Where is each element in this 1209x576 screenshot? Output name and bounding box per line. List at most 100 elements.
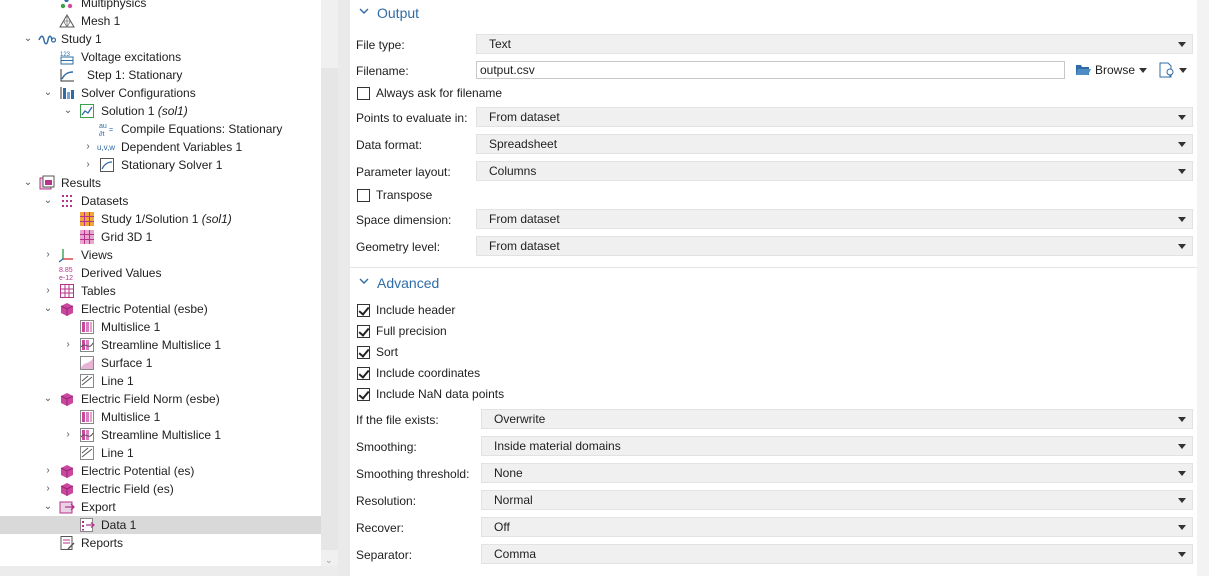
parameter-layout-select[interactable]: Columns <box>476 161 1193 181</box>
plot-group-3d-icon <box>59 391 75 407</box>
tree-item-views[interactable]: › Views <box>0 246 321 264</box>
tree-scrollbar-thumb[interactable] <box>321 68 338 550</box>
resolution-select[interactable]: Normal <box>481 490 1193 510</box>
tree-item-tables[interactable]: › Tables <box>0 282 321 300</box>
include-coordinates-checkbox[interactable] <box>357 367 370 380</box>
chevron-down-icon[interactable] <box>358 5 370 17</box>
tree-item-grid-3d-1[interactable]: Grid 3D 1 <box>0 228 321 246</box>
tree-item-solution-1[interactable]: ⌄ Solution 1 (sol1) <box>0 102 321 120</box>
chevron-down-icon[interactable]: ⌄ <box>62 102 74 120</box>
points-to-evaluate-label: Points to evaluate in: <box>356 111 468 125</box>
tree-item-multislice-1[interactable]: Multislice 1 <box>0 408 321 426</box>
browse-button[interactable]: Browse <box>1073 61 1149 79</box>
always-ask-checkbox[interactable] <box>357 87 370 100</box>
tree-item-label: Tables <box>81 284 116 298</box>
data-format-select[interactable]: Spreadsheet <box>476 134 1193 154</box>
settings-scrollbar[interactable] <box>1197 0 1209 576</box>
separator-value: Comma <box>494 547 537 561</box>
chevron-right-icon[interactable]: › <box>42 282 54 300</box>
chevron-down-icon[interactable]: ⌄ <box>42 498 54 516</box>
tree-item-label: Solution 1 <box>101 104 155 118</box>
caret-down-icon <box>1139 68 1147 73</box>
file-type-select[interactable]: Text <box>476 34 1193 54</box>
tree-item-label: Voltage excitations <box>81 50 182 64</box>
points-to-evaluate-select[interactable]: From dataset <box>476 107 1193 127</box>
scroll-down-arrow-icon[interactable]: ⌄ <box>325 555 333 566</box>
tree-item-streamline-multislice-1[interactable]: › Streamline Multislice 1 <box>0 426 321 444</box>
panel-splitter[interactable] <box>338 0 350 576</box>
tree-item-electric-field-es[interactable]: › Electric Field (es) <box>0 480 321 498</box>
tree-item-results[interactable]: ⌄ Results <box>0 174 321 192</box>
smoothing-threshold-value: None <box>494 466 523 480</box>
dependent-variables-icon: u,v,w <box>97 139 115 155</box>
full-precision-checkbox[interactable] <box>357 325 370 338</box>
chevron-right-icon[interactable]: › <box>62 426 74 444</box>
tree-item-surface-1[interactable]: Surface 1 <box>0 354 321 372</box>
recover-select[interactable]: Off <box>481 517 1193 537</box>
chevron-right-icon[interactable]: › <box>82 156 94 174</box>
filename-input[interactable] <box>476 61 1065 79</box>
tree-item-solver-configurations[interactable]: ⌄ Solver Configurations <box>0 84 321 102</box>
chevron-down-icon[interactable]: ⌄ <box>42 192 54 210</box>
svg-text:e-12: e-12 <box>59 275 73 281</box>
tree-item-mesh-1[interactable]: Mesh 1 <box>0 12 321 30</box>
advanced-section-header[interactable]: Advanced <box>350 270 1197 296</box>
filename-label: Filename: <box>356 64 409 78</box>
tree-item-line-1[interactable]: Line 1 <box>0 372 321 390</box>
chevron-down-icon[interactable]: ⌄ <box>42 84 54 102</box>
tree-item-multislice-1[interactable]: Multislice 1 <box>0 318 321 336</box>
chevron-right-icon[interactable]: › <box>82 138 94 156</box>
chevron-down-icon[interactable]: ⌄ <box>42 300 54 318</box>
tree-item-label: Stationary Solver 1 <box>121 158 223 172</box>
tree-item-study-1[interactable]: ⌄ Study 1 <box>0 30 321 48</box>
include-coordinates-label: Include coordinates <box>376 366 481 380</box>
tree-item-export[interactable]: ⌄ Export <box>0 498 321 516</box>
include-header-checkbox[interactable] <box>357 304 370 317</box>
tree-item-electric-field-norm-esbe[interactable]: ⌄ Electric Field Norm (esbe) <box>0 390 321 408</box>
file-location-button[interactable] <box>1157 61 1187 79</box>
chevron-down-icon[interactable]: ⌄ <box>42 390 54 408</box>
tree-item-streamline-multislice-1[interactable]: › Streamline Multislice 1 <box>0 336 321 354</box>
chevron-down-icon[interactable]: ⌄ <box>22 30 34 48</box>
tree-item-dependent-variables-1[interactable]: › u,v,w Dependent Variables 1 <box>0 138 321 156</box>
separator-select[interactable]: Comma <box>481 544 1193 564</box>
smoothing-threshold-label: Smoothing threshold: <box>356 467 470 481</box>
tree-item-reports[interactable]: Reports <box>0 534 321 552</box>
tree-item-label: Reports <box>81 536 124 550</box>
tables-icon <box>59 283 75 299</box>
tree-item-compile-equations[interactable]: au ∂t = Compile Equations: Stationary <box>0 120 321 138</box>
tree-item-data-1[interactable]: Data 1 <box>0 516 321 534</box>
tree-item-datasets[interactable]: ⌄ Datasets <box>0 192 321 210</box>
tree-item-label: Multislice 1 <box>101 410 161 424</box>
tree-item-stationary-solver-1[interactable]: › Stationary Solver 1 <box>0 156 321 174</box>
tree-scrollbar[interactable]: ⌄ <box>321 0 338 576</box>
chevron-right-icon[interactable]: › <box>42 480 54 498</box>
chevron-down-icon[interactable] <box>358 275 370 287</box>
tree-item-study-1-solution-1[interactable]: Study 1/Solution 1 (sol1) <box>0 210 321 228</box>
always-ask-label: Always ask for filename <box>376 86 503 100</box>
geometry-level-select[interactable]: From dataset <box>476 236 1193 256</box>
include-nan-checkbox[interactable] <box>357 388 370 401</box>
smoothing-select[interactable]: Inside material domains <box>481 436 1193 456</box>
sort-checkbox[interactable] <box>357 346 370 359</box>
chevron-right-icon[interactable]: › <box>62 336 74 354</box>
tree-item-step-1-stationary[interactable]: Step 1: Stationary <box>0 66 321 84</box>
space-dimension-select[interactable]: From dataset <box>476 209 1193 229</box>
if-file-exists-select[interactable]: Overwrite <box>481 409 1193 429</box>
transpose-checkbox[interactable] <box>357 189 370 202</box>
tree-item-line-1[interactable]: Line 1 <box>0 444 321 462</box>
output-section-header[interactable]: Output <box>350 0 1197 26</box>
tree-horizontal-scrollbar[interactable] <box>0 566 338 576</box>
geometry-level-value: From dataset <box>489 239 560 253</box>
chevron-right-icon[interactable]: › <box>42 462 54 480</box>
chevron-down-icon[interactable]: ⌄ <box>22 174 34 192</box>
section-title: Advanced <box>377 275 440 291</box>
tree-item-derived-values[interactable]: 8.85 e-12 Derived Values <box>0 264 321 282</box>
chevron-right-icon[interactable]: › <box>42 246 54 264</box>
tree-item-voltage-excitations[interactable]: 123 Voltage excitations <box>0 48 321 66</box>
tree-item-multiphysics[interactable]: Multiphysics <box>0 0 321 12</box>
tree-item-electric-potential-esbe[interactable]: ⌄ Electric Potential (esbe) <box>0 300 321 318</box>
smoothing-threshold-select[interactable]: None <box>481 463 1193 483</box>
tree-item-electric-potential-es[interactable]: › Electric Potential (es) <box>0 462 321 480</box>
surface-icon <box>79 355 95 371</box>
